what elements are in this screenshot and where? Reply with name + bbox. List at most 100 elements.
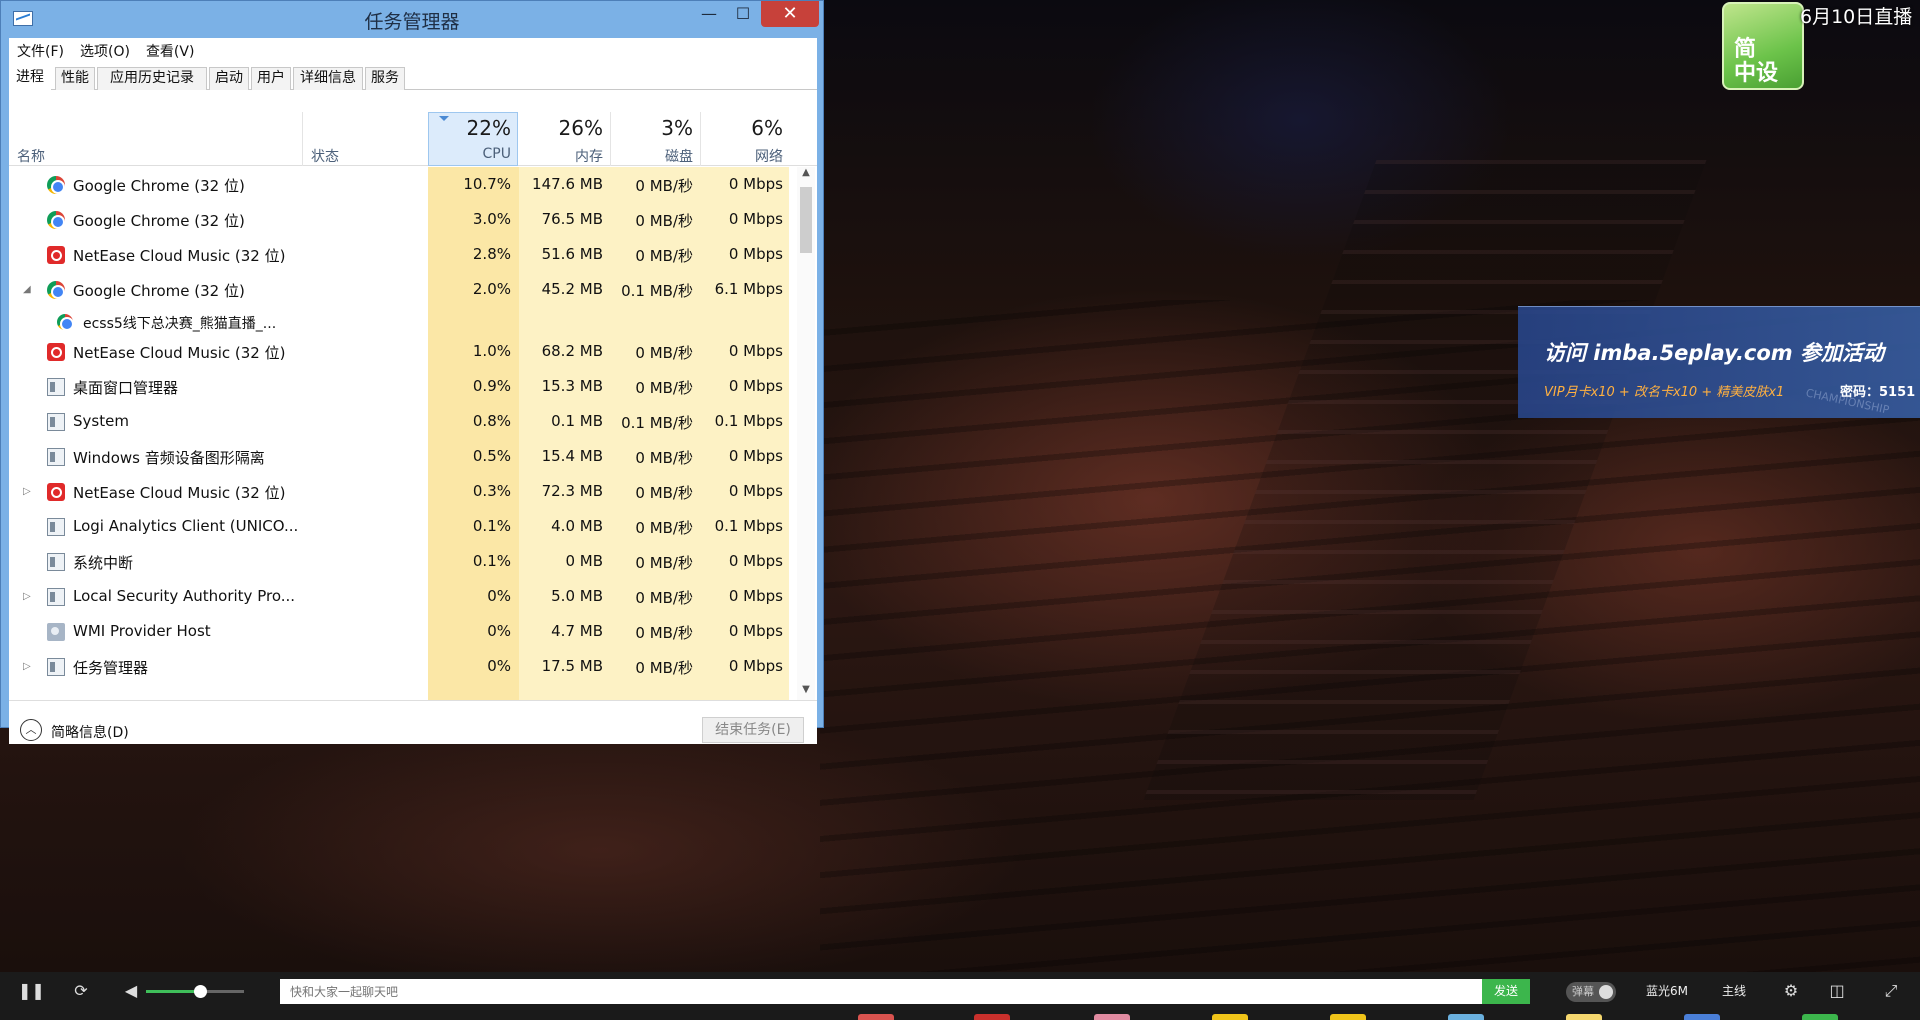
expand-arrow-icon[interactable]: ▷ — [23, 591, 31, 602]
taskbar-app-chip[interactable] — [1684, 1014, 1720, 1020]
process-name: NetEase Cloud Music (32 位) — [73, 484, 286, 502]
cpu-value: 0.8% — [472, 412, 511, 430]
danmu-toggle-label: 弹幕 — [1572, 985, 1594, 998]
tab-app-history[interactable]: 应用历史记录 — [97, 67, 207, 90]
tab-details[interactable]: 详细信息 — [293, 67, 363, 90]
process-name: System — [73, 412, 129, 430]
chat-input[interactable] — [280, 979, 1482, 1004]
process-row[interactable]: WMI Provider Host 0% 4.7 MB 0 MB/秒 0 Mbps — [9, 614, 795, 649]
collapse-arrow-icon[interactable]: ◢ — [23, 284, 31, 295]
fewer-details-link[interactable]: 简略信息(D) — [51, 722, 129, 742]
network-total-pct[interactable]: 6% — [701, 116, 783, 140]
tab-processes[interactable]: 进程 — [9, 66, 51, 91]
process-row[interactable]: NetEase Cloud Music (32 位) 2.8% 51.6 MB 0 M… — [9, 237, 795, 272]
chrome-app-icon — [47, 211, 65, 229]
process-child-row[interactable]: ecss5线下总决赛_熊猫直播_... — [9, 307, 795, 334]
network-value: 0 Mbps — [728, 587, 783, 605]
danmu-toggle[interactable]: 弹幕 — [1566, 982, 1616, 1002]
memory-value: 76.5 MB — [541, 210, 603, 228]
taskbar-app-chip[interactable] — [1094, 1014, 1130, 1020]
taskbar-app-chip[interactable] — [1212, 1014, 1248, 1020]
cpu-value: 0.9% — [472, 377, 511, 395]
refresh-icon[interactable]: ⟳ — [70, 980, 92, 1002]
line-selector[interactable]: 主线 — [1722, 982, 1746, 999]
column-separator[interactable] — [302, 112, 303, 166]
network-column-label[interactable]: 网络 — [701, 146, 783, 166]
memory-value: 5.0 MB — [551, 587, 603, 605]
volume-slider-fill — [146, 990, 200, 993]
column-name-header[interactable]: 名称 — [17, 146, 45, 166]
network-value: 0 Mbps — [728, 657, 783, 675]
sidebar-toggle-icon[interactable]: ◫ — [1826, 980, 1848, 1002]
tab-services[interactable]: 服务 — [365, 67, 405, 90]
live-date-label: 6月10日直播 — [1800, 6, 1913, 28]
process-row[interactable]: Windows 音频设备图形隔离 0.5% 15.4 MB 0 MB/秒 0 Mbps — [9, 439, 795, 474]
network-value: 0 Mbps — [728, 622, 783, 640]
process-row[interactable]: 桌面窗口管理器 0.9% 15.3 MB 0 MB/秒 0 Mbps — [9, 369, 795, 404]
disk-value: 0.1 MB/秒 — [621, 282, 693, 300]
netease-app-icon — [47, 343, 65, 361]
volume-icon[interactable]: ◀ — [120, 980, 142, 1002]
minimize-button[interactable]: — — [693, 1, 725, 27]
taskbar-app-chip[interactable] — [974, 1014, 1010, 1020]
menu-file[interactable]: 文件(F) — [9, 38, 72, 62]
send-button[interactable]: 发送 — [1482, 979, 1530, 1004]
process-name: WMI Provider Host — [73, 622, 211, 640]
taskbar-app-chip[interactable] — [858, 1014, 894, 1020]
process-row[interactable]: ▷ NetEase Cloud Music (32 位) 0.3% 72.3 MB 0 … — [9, 474, 795, 509]
process-name: NetEase Cloud Music (32 位) — [73, 247, 286, 265]
taskbar-app-chip[interactable] — [1802, 1014, 1838, 1020]
chevron-up-circle-icon[interactable]: ︿ — [20, 719, 42, 741]
process-row[interactable]: ▷ 任务管理器 0% 17.5 MB 0 MB/秒 0 Mbps — [9, 649, 795, 684]
quality-selector[interactable]: 蓝光6M — [1646, 982, 1688, 999]
expand-arrow-icon[interactable]: ▷ — [23, 486, 31, 497]
end-task-button[interactable]: 结束任务(E) — [702, 717, 804, 743]
taskbar-app-chip[interactable] — [1566, 1014, 1602, 1020]
process-row[interactable]: ▷ Local Security Authority Pro... 0% 5.0 MB… — [9, 579, 795, 614]
menu-view[interactable]: 查看(V) — [138, 38, 203, 62]
title-bar[interactable]: 任务管理器 — ☐ ✕ — [1, 1, 823, 35]
process-name: Local Security Authority Pro... — [73, 587, 296, 605]
process-row[interactable]: Google Chrome (32 位) 3.0% 76.5 MB 0 MB/秒 0 M… — [9, 202, 795, 237]
disk-column-label[interactable]: 磁盘 — [611, 146, 693, 166]
scroll-down-arrow-icon[interactable]: ▼ — [797, 684, 815, 700]
taskbar-app-chip[interactable] — [1330, 1014, 1366, 1020]
vertical-scrollbar[interactable]: ▲ ▼ — [797, 167, 815, 700]
fullscreen-icon[interactable]: ⤢ — [1880, 980, 1902, 1002]
cpu-value: 0.5% — [472, 447, 511, 465]
tab-users[interactable]: 用户 — [251, 67, 291, 90]
tab-startup[interactable]: 启动 — [209, 67, 249, 90]
process-row[interactable]: NetEase Cloud Music (32 位) 1.0% 68.2 MB 0 M… — [9, 334, 795, 369]
process-row[interactable]: Logi Analytics Client (UNICO... 0.1% 4.0 M… — [9, 509, 795, 544]
process-row[interactable]: 系统中断 0.1% 0 MB 0 MB/秒 0 Mbps — [9, 544, 795, 579]
pause-icon[interactable]: ❚❚ — [18, 980, 45, 1002]
close-button[interactable]: ✕ — [761, 1, 819, 27]
maximize-button[interactable]: ☐ — [727, 1, 759, 27]
memory-value: 15.4 MB — [541, 447, 603, 465]
volume-slider-knob[interactable] — [193, 985, 207, 998]
expand-arrow-icon[interactable]: ▷ — [23, 661, 31, 672]
scroll-up-arrow-icon[interactable]: ▲ — [797, 167, 815, 183]
memory-value: 147.6 MB — [532, 175, 603, 193]
settings-gear-icon[interactable]: ⚙ — [1780, 980, 1802, 1002]
memory-total-pct[interactable]: 26% — [521, 116, 603, 140]
taskbar-app-chip[interactable] — [1448, 1014, 1484, 1020]
danmu-toggle-knob — [1599, 985, 1613, 999]
column-status-header[interactable]: 状态 — [311, 146, 339, 166]
disk-total-pct[interactable]: 3% — [611, 116, 693, 140]
tab-performance[interactable]: 性能 — [55, 67, 95, 90]
process-row[interactable]: System 0.8% 0.1 MB 0.1 MB/秒 0.1 Mbps — [9, 404, 795, 439]
volume-slider[interactable] — [146, 985, 244, 998]
cpu-column-label[interactable]: CPU — [429, 146, 511, 162]
system-app-icon — [47, 378, 65, 396]
process-row[interactable]: ◢ Google Chrome (32 位) 2.0% 45.2 MB 0.1 MB/秒… — [9, 272, 795, 307]
menu-options[interactable]: 选项(O) — [72, 38, 138, 62]
memory-column-label[interactable]: 内存 — [521, 146, 603, 166]
menu-bar: 文件(F) 选项(O) 查看(V) — [9, 38, 817, 62]
scroll-thumb[interactable] — [800, 187, 812, 253]
process-row[interactable]: Google Chrome (32 位) 10.7% 147.6 MB 0 MB/秒 0… — [9, 167, 795, 202]
cpu-total-pct[interactable]: 22% — [429, 116, 511, 140]
cpu-value: 0.1% — [472, 552, 511, 570]
process-table: Google Chrome (32 位) 10.7% 147.6 MB 0 MB/秒 0… — [9, 167, 795, 700]
promo-headline: 访问 imba.5eplay.com 参加活动 — [1544, 341, 1884, 365]
